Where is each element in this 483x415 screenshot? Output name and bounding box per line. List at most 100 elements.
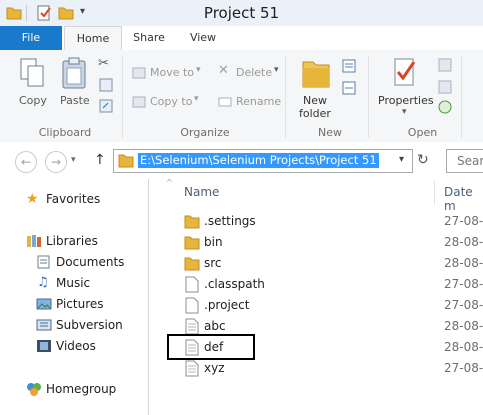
- tab-view[interactable]: View: [178, 26, 228, 50]
- folder-icon: [184, 257, 200, 271]
- refresh-icon[interactable]: ↻: [417, 152, 429, 168]
- ribbon: Copy Paste ✂ Clipboard Move to ▾ Copy to…: [0, 50, 483, 143]
- file-row[interactable]: bin 28-08-2: [150, 232, 483, 253]
- file-date: 27-08-2: [444, 361, 483, 375]
- nav-documents-label: Documents: [56, 255, 125, 269]
- nav-videos-label: Videos: [56, 339, 96, 353]
- music-icon: ♫: [37, 275, 49, 290]
- file-date: 28-08-2: [444, 319, 483, 333]
- ribbon-tab-row: File Home Share View: [0, 26, 483, 52]
- paste-icon: [62, 57, 86, 89]
- easy-access-icon[interactable]: [341, 80, 357, 96]
- chevron-down-icon: ▾: [196, 65, 201, 75]
- chevron-down-icon: ▾: [274, 65, 279, 75]
- file-row[interactable]: src 28-08-2: [150, 253, 483, 274]
- edit-icon[interactable]: [438, 80, 452, 94]
- group-divider: [122, 56, 123, 138]
- nav-libraries-label: Libraries: [46, 234, 98, 248]
- file-row[interactable]: xyz 27-08-2: [150, 358, 483, 379]
- chevron-down-icon: ▾: [194, 94, 199, 104]
- file-date: 27-08-2: [444, 277, 483, 291]
- properties-button[interactable]: Properties ▾: [376, 56, 434, 122]
- paste-label: Paste: [60, 94, 90, 107]
- file-name: .project: [204, 298, 250, 312]
- text-file-icon: [185, 318, 199, 335]
- folder-icon: [118, 154, 134, 168]
- file-date: 28-08-2: [444, 340, 483, 354]
- nav-subversion-label: Subversion: [56, 318, 123, 332]
- cut-icon[interactable]: ✂: [98, 56, 109, 71]
- move-to-label: Move to: [150, 66, 195, 79]
- delete-label: Delete: [236, 66, 273, 79]
- window-title: Project 51: [203, 4, 280, 22]
- new-folder-icon: [302, 61, 330, 88]
- properties-label: Properties: [378, 94, 434, 107]
- file-name: src: [204, 256, 222, 270]
- copy-to-icon: [132, 96, 146, 108]
- organize-group-label: Organize: [180, 126, 230, 139]
- file-date: 27-08-2: [444, 214, 483, 228]
- file-name: abc: [204, 319, 226, 333]
- libraries-icon: [27, 235, 41, 247]
- copy-button[interactable]: Copy: [18, 56, 48, 118]
- navigation-pane: ★ Favorites Libraries Documents ♫ Music …: [0, 179, 149, 415]
- tab-file[interactable]: File: [0, 26, 62, 50]
- new-folder-label-line2: folder: [299, 107, 331, 120]
- search-input[interactable]: Searc: [446, 149, 483, 173]
- tab-share[interactable]: Share: [124, 26, 174, 50]
- title-bar: ▾ Project 51: [0, 0, 483, 27]
- file-row[interactable]: .settings 27-08-2: [150, 211, 483, 232]
- file-date: 27-08-2: [444, 298, 483, 312]
- address-bar[interactable]: E:\Selenium\Selenium Projects\Project 51…: [113, 149, 413, 173]
- file-row[interactable]: .project 27-08-2: [150, 295, 483, 316]
- open-icon[interactable]: [438, 58, 452, 72]
- file-name: bin: [204, 235, 223, 249]
- videos-icon: [37, 340, 51, 352]
- new-group-label: New: [318, 126, 342, 139]
- arrow-left-icon: ←: [20, 155, 32, 169]
- nav-music-label: Music: [56, 276, 91, 290]
- copy-icon: [20, 58, 44, 87]
- history-icon[interactable]: [438, 100, 452, 114]
- text-file-icon: [185, 360, 199, 377]
- nav-favorites-label: Favorites: [46, 192, 101, 206]
- group-divider: [285, 56, 286, 138]
- column-divider[interactable]: [434, 180, 435, 205]
- back-button[interactable]: ←: [15, 151, 37, 173]
- nav-homegroup-label: Homegroup: [46, 382, 117, 396]
- new-folder-label-line1: New: [303, 94, 327, 107]
- copy-path-icon[interactable]: [99, 78, 113, 92]
- paste-button[interactable]: Paste: [58, 56, 92, 118]
- chevron-down-icon: ▾: [402, 107, 407, 117]
- file-row[interactable]: .classpath 27-08-2: [150, 274, 483, 295]
- sort-chevron-up-icon: ^: [166, 178, 173, 187]
- group-divider: [461, 56, 462, 138]
- new-folder-button[interactable]: New folder: [296, 56, 336, 122]
- delete-icon: ✕: [218, 63, 229, 78]
- column-date-modified[interactable]: Date m: [444, 185, 483, 213]
- paste-shortcut-icon[interactable]: [99, 99, 113, 113]
- recent-locations-chevron-icon[interactable]: ▾: [71, 155, 76, 165]
- folder-icon: [184, 236, 200, 250]
- address-path-text[interactable]: E:\Selenium\Selenium Projects\Project 51: [138, 153, 379, 168]
- column-name[interactable]: Name: [184, 185, 219, 199]
- group-divider: [368, 56, 369, 138]
- address-dropdown-icon[interactable]: ▾: [399, 154, 404, 165]
- rename-label: Rename: [236, 95, 282, 108]
- pictures-icon: [36, 298, 52, 310]
- column-header-row: ^ Name Date m: [150, 178, 483, 213]
- file-name: .settings: [204, 214, 256, 228]
- star-icon: ★: [26, 191, 39, 207]
- rename-icon: [218, 97, 232, 107]
- subversion-icon: [36, 319, 52, 331]
- copy-label: Copy: [19, 94, 47, 107]
- tab-home[interactable]: Home: [64, 26, 122, 52]
- move-to-icon: [132, 67, 146, 79]
- forward-button[interactable]: →: [45, 151, 67, 173]
- new-item-icon[interactable]: [341, 58, 357, 74]
- up-arrow-icon[interactable]: ↑: [94, 152, 106, 168]
- folder-icon: [184, 215, 200, 229]
- arrow-right-icon: →: [50, 155, 62, 169]
- highlight-box: [167, 334, 255, 360]
- file-icon: [185, 276, 199, 293]
